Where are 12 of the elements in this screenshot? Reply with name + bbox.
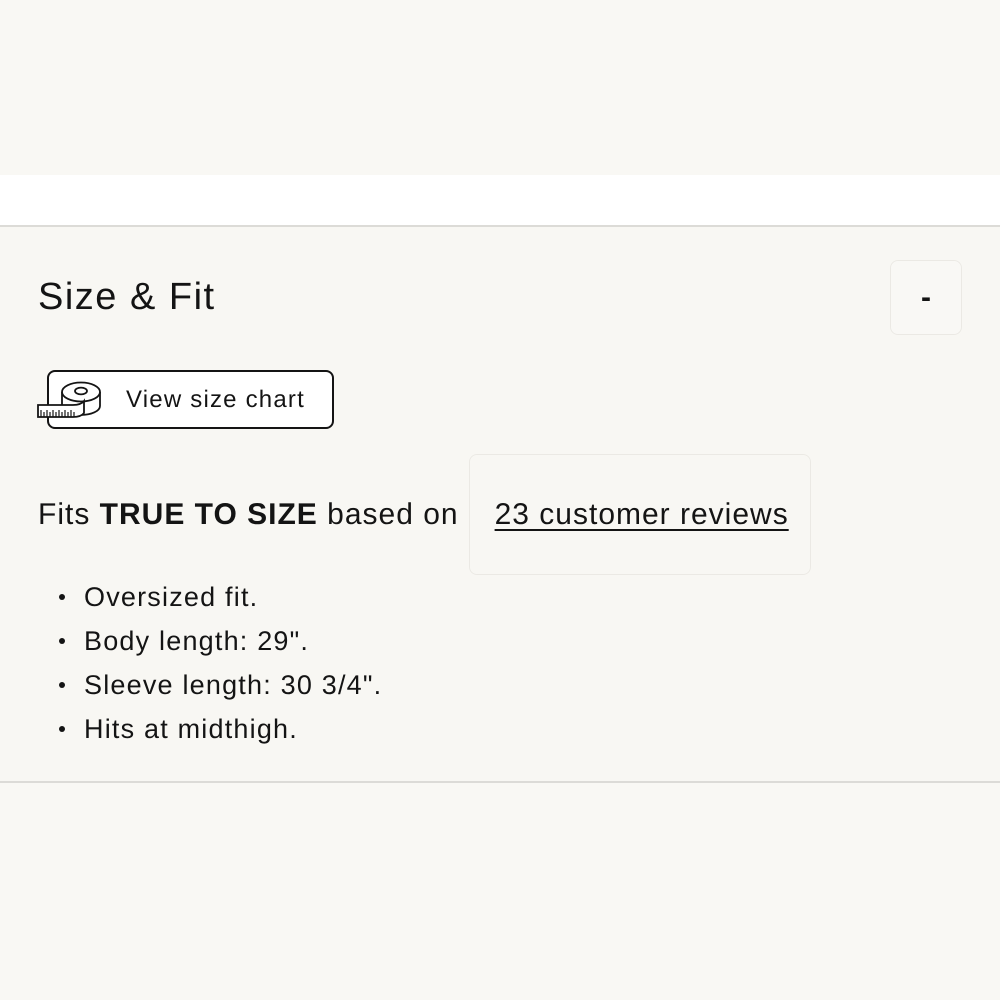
fit-summary-text: Fits TRUE TO SIZE based on	[38, 498, 459, 532]
bullet-icon	[59, 682, 65, 688]
fit-detail-text: Body length: 29".	[84, 626, 310, 656]
bullet-icon	[59, 638, 65, 644]
customer-reviews-link[interactable]: 23 customer reviews	[468, 454, 811, 575]
collapse-button[interactable]: -	[890, 260, 962, 335]
bullet-icon	[59, 726, 65, 732]
section-title: Size & Fit	[38, 276, 216, 319]
fit-detail-text: Sleeve length: 30 3/4".	[84, 670, 382, 700]
bullet-icon	[59, 594, 65, 600]
fit-detail-text: Hits at midthigh.	[84, 714, 298, 744]
fit-detail-text: Oversized fit.	[84, 582, 258, 612]
